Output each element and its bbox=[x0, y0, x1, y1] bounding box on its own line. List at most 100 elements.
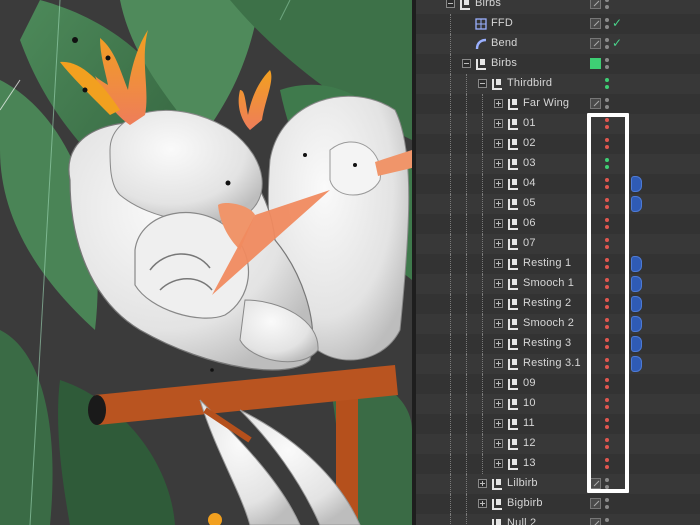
object-row[interactable]: 13 bbox=[416, 454, 700, 474]
expand-icon[interactable] bbox=[494, 139, 503, 148]
editor-visibility-dot[interactable] bbox=[605, 258, 609, 262]
tag-icon[interactable] bbox=[631, 336, 642, 352]
render-visibility-dot[interactable] bbox=[605, 365, 609, 369]
editor-visibility-dot[interactable] bbox=[605, 38, 609, 42]
object-row[interactable]: Far Wing bbox=[416, 94, 700, 114]
object-row[interactable]: Lilbirb bbox=[416, 474, 700, 494]
visibility-dots[interactable] bbox=[605, 17, 610, 31]
visibility-dots[interactable] bbox=[605, 117, 610, 131]
editor-visibility-dot[interactable] bbox=[605, 178, 609, 182]
render-visibility-dot[interactable] bbox=[605, 325, 609, 329]
object-name[interactable]: Resting 3.1 bbox=[523, 357, 581, 369]
editor-visibility-dot[interactable] bbox=[605, 438, 609, 442]
object-row[interactable]: 06 bbox=[416, 214, 700, 234]
render-visibility-dot[interactable] bbox=[605, 45, 609, 49]
visibility-dots[interactable] bbox=[605, 57, 610, 71]
enabled-check-icon[interactable]: ✓ bbox=[612, 16, 622, 30]
render-visibility-dot[interactable] bbox=[605, 505, 609, 509]
tag-icon[interactable] bbox=[631, 256, 642, 272]
object-name[interactable]: Birbs bbox=[491, 57, 517, 69]
object-row[interactable]: 02 bbox=[416, 134, 700, 154]
expand-icon[interactable] bbox=[494, 219, 503, 228]
visibility-dots[interactable] bbox=[605, 77, 610, 91]
visibility-dots[interactable] bbox=[605, 437, 610, 451]
object-row[interactable]: 03 bbox=[416, 154, 700, 174]
object-row[interactable]: Resting 3 bbox=[416, 334, 700, 354]
visibility-dots[interactable] bbox=[605, 177, 610, 191]
render-visibility-dot[interactable] bbox=[605, 245, 609, 249]
object-name[interactable]: Lilbirb bbox=[507, 477, 538, 489]
object-row[interactable]: Resting 3.1 bbox=[416, 354, 700, 374]
expand-icon[interactable] bbox=[494, 159, 503, 168]
object-name[interactable]: 07 bbox=[523, 237, 536, 249]
render-visibility-dot[interactable] bbox=[605, 205, 609, 209]
visibility-dots[interactable] bbox=[605, 37, 610, 51]
visibility-dots[interactable] bbox=[605, 477, 610, 491]
editor-visibility-dot[interactable] bbox=[605, 458, 609, 462]
object-row[interactable]: Smooch 1 bbox=[416, 274, 700, 294]
expand-icon[interactable] bbox=[494, 439, 503, 448]
expand-icon[interactable] bbox=[494, 179, 503, 188]
visibility-dots[interactable] bbox=[605, 237, 610, 251]
object-row[interactable]: 09 bbox=[416, 374, 700, 394]
expand-icon[interactable] bbox=[478, 499, 487, 508]
tag-icon[interactable] bbox=[631, 276, 642, 292]
tag-icon[interactable] bbox=[631, 176, 642, 192]
collapse-icon[interactable] bbox=[478, 79, 487, 88]
object-row[interactable]: 07 bbox=[416, 234, 700, 254]
object-row[interactable]: Birbs bbox=[416, 54, 700, 74]
visibility-dots[interactable] bbox=[605, 137, 610, 151]
layer-icon[interactable] bbox=[590, 58, 601, 69]
expand-icon[interactable] bbox=[494, 359, 503, 368]
render-visibility-dot[interactable] bbox=[605, 465, 609, 469]
tag-icon[interactable] bbox=[631, 316, 642, 332]
render-visibility-dot[interactable] bbox=[605, 225, 609, 229]
object-row[interactable]: Smooch 2 bbox=[416, 314, 700, 334]
object-name[interactable]: 10 bbox=[523, 397, 536, 409]
object-name[interactable]: Smooch 2 bbox=[523, 317, 574, 329]
editor-visibility-dot[interactable] bbox=[605, 358, 609, 362]
object-row[interactable]: 10 bbox=[416, 394, 700, 414]
render-visibility-dot[interactable] bbox=[605, 105, 609, 109]
tag-icon[interactable] bbox=[631, 196, 642, 212]
object-row[interactable]: FFD ✓ bbox=[416, 14, 700, 34]
render-visibility-dot[interactable] bbox=[605, 385, 609, 389]
visibility-dots[interactable] bbox=[605, 257, 610, 271]
object-row[interactable]: 12 bbox=[416, 434, 700, 454]
editor-visibility-dot[interactable] bbox=[605, 238, 609, 242]
object-name[interactable]: 06 bbox=[523, 217, 536, 229]
object-name[interactable]: Resting 1 bbox=[523, 257, 571, 269]
editor-visibility-dot[interactable] bbox=[605, 18, 609, 22]
visibility-dots[interactable] bbox=[605, 417, 610, 431]
editor-visibility-dot[interactable] bbox=[605, 418, 609, 422]
object-row[interactable]: Birbs bbox=[416, 0, 700, 14]
object-name[interactable]: Birbs bbox=[475, 0, 501, 9]
expand-icon[interactable] bbox=[494, 339, 503, 348]
visibility-dots[interactable] bbox=[605, 397, 610, 411]
object-name[interactable]: 05 bbox=[523, 197, 536, 209]
visibility-dots[interactable] bbox=[605, 457, 610, 471]
expand-icon[interactable] bbox=[494, 279, 503, 288]
collapse-icon[interactable] bbox=[446, 0, 455, 8]
object-row[interactable]: 11 bbox=[416, 414, 700, 434]
editor-visibility-dot[interactable] bbox=[605, 198, 609, 202]
visibility-dots[interactable] bbox=[605, 517, 610, 525]
render-visibility-dot[interactable] bbox=[605, 305, 609, 309]
expand-icon[interactable] bbox=[494, 459, 503, 468]
expand-icon[interactable] bbox=[494, 99, 503, 108]
visibility-dots[interactable] bbox=[605, 317, 610, 331]
render-visibility-dot[interactable] bbox=[605, 145, 609, 149]
visibility-dots[interactable] bbox=[605, 357, 610, 371]
layer-icon[interactable] bbox=[590, 498, 601, 509]
visibility-dots[interactable] bbox=[605, 497, 610, 511]
expand-icon[interactable] bbox=[494, 239, 503, 248]
3d-viewport[interactable] bbox=[0, 0, 412, 525]
render-visibility-dot[interactable] bbox=[605, 125, 609, 129]
visibility-dots[interactable] bbox=[605, 337, 610, 351]
tag-icon[interactable] bbox=[631, 356, 642, 372]
expand-icon[interactable] bbox=[494, 419, 503, 428]
layer-icon[interactable] bbox=[590, 0, 601, 9]
layer-icon[interactable] bbox=[590, 518, 601, 525]
visibility-dots[interactable] bbox=[605, 157, 610, 171]
object-name[interactable]: Bigbirb bbox=[507, 497, 543, 509]
